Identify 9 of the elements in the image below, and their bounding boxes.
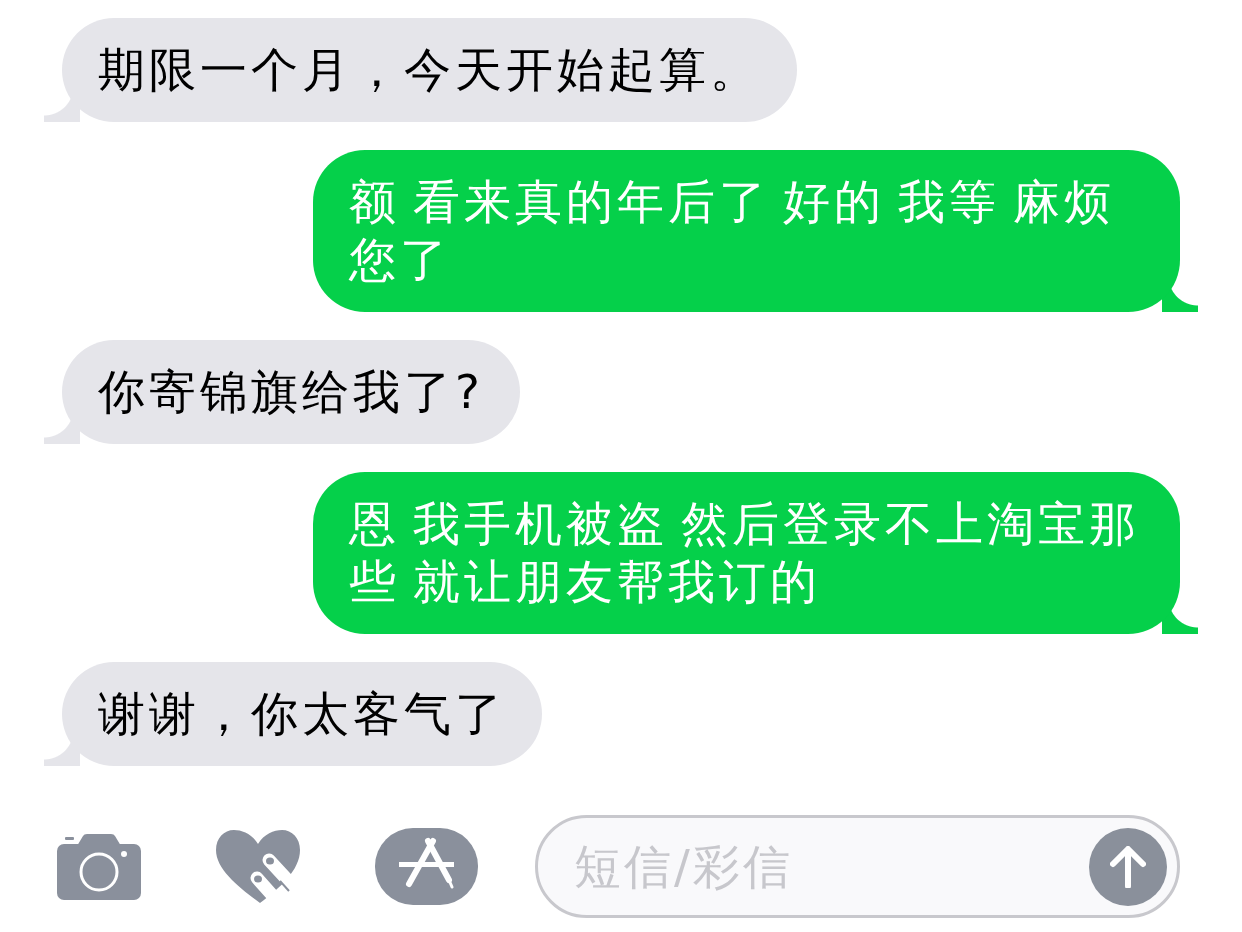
- message-bubble: 谢谢，你太客气了: [44, 662, 542, 766]
- arrow-up-icon: [1110, 845, 1146, 888]
- heart-with-fingers-icon[interactable]: [216, 830, 300, 903]
- camera-icon[interactable]: [57, 833, 141, 900]
- send-button[interactable]: [1089, 827, 1167, 906]
- message-bubble: 期限一个月，今天开始起算。: [44, 18, 797, 122]
- message-bubble: 你寄锦旗给我了?: [44, 340, 520, 444]
- message-bubble: 额 看来真的年后了 好的 我等 麻烦您了: [313, 150, 1198, 312]
- message-bubble: 恩 我手机被盗 然后登录不上淘宝那些 就让朋友帮我订的: [313, 472, 1198, 634]
